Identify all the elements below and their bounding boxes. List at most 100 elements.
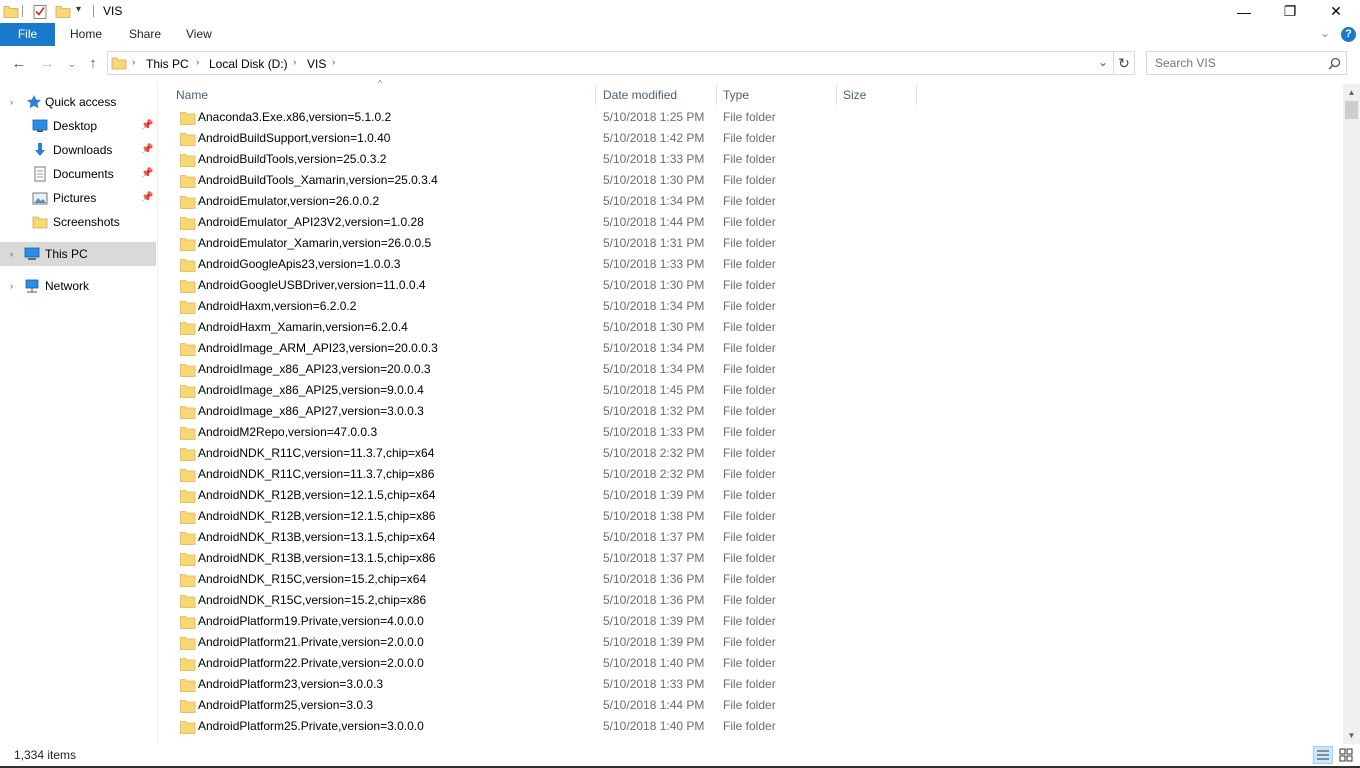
address-dropdown-icon[interactable]: ⌄ xyxy=(1098,55,1108,69)
file-row[interactable]: AndroidNDK_R11C,version=11.3.7,chip=x86 5… xyxy=(176,464,926,485)
file-row[interactable]: AndroidImage_ARM_API23,version=20.0.0.3 5… xyxy=(176,338,926,359)
file-date-modified: 5/10/2018 1:36 PM xyxy=(603,593,705,607)
vertical-scrollbar[interactable]: ▲ ▼ xyxy=(1343,84,1360,744)
sidebar-item-quick-access[interactable]: › Quick access xyxy=(0,90,156,114)
sidebar-item-desktop[interactable]: Desktop 📌 xyxy=(0,114,156,138)
file-row[interactable]: AndroidImage_x86_API23,version=20.0.0.3 5… xyxy=(176,359,926,380)
help-icon[interactable]: ? xyxy=(1341,27,1356,42)
file-row[interactable]: AndroidBuildTools_Xamarin,version=25.0.3… xyxy=(176,170,926,191)
column-header-type[interactable]: Type xyxy=(717,84,837,106)
folder-icon xyxy=(180,280,196,293)
file-row[interactable]: AndroidGoogleApis23,version=1.0.0.3 5/10/… xyxy=(176,254,926,275)
tab-share[interactable]: Share xyxy=(115,23,175,46)
file-row[interactable]: AndroidGoogleUSBDriver,version=11.0.0.4 5… xyxy=(176,275,926,296)
search-input[interactable] xyxy=(1155,56,1325,70)
file-row[interactable]: AndroidEmulator,version=26.0.0.2 5/10/201… xyxy=(176,191,926,212)
column-header-size[interactable]: Size xyxy=(837,84,917,106)
file-row[interactable]: AndroidPlatform25,version=3.0.3 5/10/2018… xyxy=(176,695,926,716)
file-row[interactable]: AndroidBuildTools,version=25.0.3.2 5/10/2… xyxy=(176,149,926,170)
scroll-down-icon[interactable]: ▼ xyxy=(1343,727,1360,744)
expand-arrow-icon[interactable]: › xyxy=(10,242,13,266)
file-row[interactable]: AndroidNDK_R13B,version=13.1.5,chip=x86 5… xyxy=(176,548,926,569)
tab-file[interactable]: File xyxy=(0,23,55,46)
breadcrumb-this-pc[interactable]: This PC xyxy=(146,57,189,71)
file-row[interactable]: AndroidHaxm_Xamarin,version=6.2.0.4 5/10/… xyxy=(176,317,926,338)
folder-icon xyxy=(180,427,196,440)
sidebar-item-this-pc[interactable]: › This PC xyxy=(0,242,156,266)
file-row[interactable]: AndroidNDK_R12B,version=12.1.5,chip=x64 5… xyxy=(176,485,926,506)
breadcrumb-separator[interactable]: › xyxy=(196,57,199,68)
file-name: AndroidHaxm,version=6.2.0.2 xyxy=(198,299,357,313)
file-row[interactable]: AndroidHaxm,version=6.2.0.2 5/10/2018 1:3… xyxy=(176,296,926,317)
file-row[interactable]: AndroidEmulator_API23V2,version=1.0.28 5/… xyxy=(176,212,926,233)
file-row[interactable]: AndroidImage_x86_API25,version=9.0.0.4 5/… xyxy=(176,380,926,401)
file-row[interactable]: AndroidBuildSupport,version=1.0.40 5/10/2… xyxy=(176,128,926,149)
refresh-button[interactable]: ↻ xyxy=(1113,51,1135,75)
recent-locations-button[interactable]: ⌄ xyxy=(62,54,82,74)
customize-quick-access-icon[interactable]: ▾ xyxy=(76,4,81,15)
breadcrumb-separator[interactable]: › xyxy=(332,57,335,68)
file-row[interactable]: AndroidEmulator_Xamarin,version=26.0.0.5… xyxy=(176,233,926,254)
up-button[interactable]: ↑ xyxy=(83,54,103,74)
pin-icon[interactable]: 📌 xyxy=(141,186,153,210)
address-bar[interactable]: › This PC › Local Disk (D:) › VIS › ⌄ xyxy=(107,51,1114,75)
expand-arrow-icon[interactable]: › xyxy=(10,274,13,298)
file-date-modified: 5/10/2018 1:42 PM xyxy=(603,131,705,145)
breadcrumb-vis[interactable]: VIS xyxy=(307,57,326,71)
search-box[interactable] xyxy=(1146,51,1347,75)
file-type: File folder xyxy=(723,194,776,208)
file-row[interactable]: AndroidNDK_R13B,version=13.1.5,chip=x64 5… xyxy=(176,527,926,548)
sidebar-item-pictures[interactable]: Pictures 📌 xyxy=(0,186,156,210)
pin-icon[interactable]: 📌 xyxy=(141,138,153,162)
file-name: AndroidPlatform22.Private,version=2.0.0.… xyxy=(198,656,424,670)
sidebar-item-screenshots[interactable]: Screenshots xyxy=(0,210,156,234)
forward-button[interactable]: → xyxy=(37,54,57,74)
file-row[interactable]: AndroidPlatform25.Private,version=3.0.0.… xyxy=(176,716,926,737)
file-row[interactable]: AndroidNDK_R15C,version=15.2,chip=x64 5/1… xyxy=(176,569,926,590)
tab-view[interactable]: View xyxy=(172,23,226,46)
sidebar-item-documents[interactable]: Documents 📌 xyxy=(0,162,156,186)
scroll-up-icon[interactable]: ▲ xyxy=(1343,84,1360,101)
file-name: AndroidNDK_R12B,version=12.1.5,chip=x64 xyxy=(198,488,436,502)
details-view-icon[interactable] xyxy=(1313,746,1333,764)
file-row[interactable]: AndroidPlatform21.Private,version=2.0.0.… xyxy=(176,632,926,653)
pin-icon[interactable]: 📌 xyxy=(141,114,153,138)
properties-icon[interactable] xyxy=(32,3,48,20)
file-row[interactable]: AndroidPlatform22.Private,version=2.0.0.… xyxy=(176,653,926,674)
close-button[interactable]: ✕ xyxy=(1313,0,1359,23)
breadcrumb-separator[interactable]: › xyxy=(132,57,135,68)
sidebar-item-network[interactable]: › Network xyxy=(0,274,156,298)
file-row[interactable]: AndroidM2Repo,version=47.0.0.3 5/10/2018 … xyxy=(176,422,926,443)
file-row[interactable]: AndroidNDK_R15C,version=15.2,chip=x86 5/1… xyxy=(176,590,926,611)
folder-icon xyxy=(180,595,196,608)
scrollbar-thumb[interactable] xyxy=(1345,101,1358,119)
file-row[interactable]: AndroidPlatform23,version=3.0.0.3 5/10/20… xyxy=(176,674,926,695)
file-date-modified: 5/10/2018 1:32 PM xyxy=(603,404,705,418)
back-button[interactable]: ← xyxy=(9,54,29,74)
pin-icon[interactable]: 📌 xyxy=(141,162,153,186)
breadcrumb-local-disk[interactable]: Local Disk (D:) xyxy=(209,57,288,71)
breadcrumb-separator[interactable]: › xyxy=(293,57,296,68)
minimize-button[interactable]: — xyxy=(1221,0,1267,23)
expand-arrow-icon[interactable]: › xyxy=(10,90,13,114)
sidebar-item-label: Network xyxy=(45,279,90,293)
expand-ribbon-icon[interactable]: ⌄ xyxy=(1320,26,1330,40)
forward-arrow-icon: → xyxy=(39,55,55,72)
sidebar-item-downloads[interactable]: Downloads 📌 xyxy=(0,138,156,162)
maximize-button[interactable]: ❐ xyxy=(1267,0,1313,23)
column-headers: Name Date modified Type Size xyxy=(170,84,930,106)
file-row[interactable]: AndroidNDK_R12B,version=12.1.5,chip=x86 5… xyxy=(176,506,926,527)
file-row[interactable]: AndroidImage_x86_API27,version=3.0.0.3 5/… xyxy=(176,401,926,422)
column-header-date-modified[interactable]: Date modified xyxy=(597,84,717,106)
file-name: AndroidBuildTools_Xamarin,version=25.0.3… xyxy=(198,173,438,187)
file-row[interactable]: Anaconda3.Exe.x86,version=5.1.0.2 5/10/20… xyxy=(176,107,926,128)
file-name: AndroidPlatform23,version=3.0.0.3 xyxy=(198,677,384,691)
search-icon[interactable] xyxy=(1328,57,1341,70)
file-row[interactable]: AndroidPlatform19.Private,version=4.0.0.… xyxy=(176,611,926,632)
column-header-name[interactable]: Name xyxy=(170,84,596,106)
large-icons-view-icon[interactable] xyxy=(1336,746,1356,764)
file-row[interactable]: AndroidNDK_R11C,version=11.3.7,chip=x64 5… xyxy=(176,443,926,464)
new-folder-icon[interactable] xyxy=(55,3,71,20)
file-date-modified: 5/10/2018 2:32 PM xyxy=(603,446,705,460)
tab-home[interactable]: Home xyxy=(56,23,116,46)
